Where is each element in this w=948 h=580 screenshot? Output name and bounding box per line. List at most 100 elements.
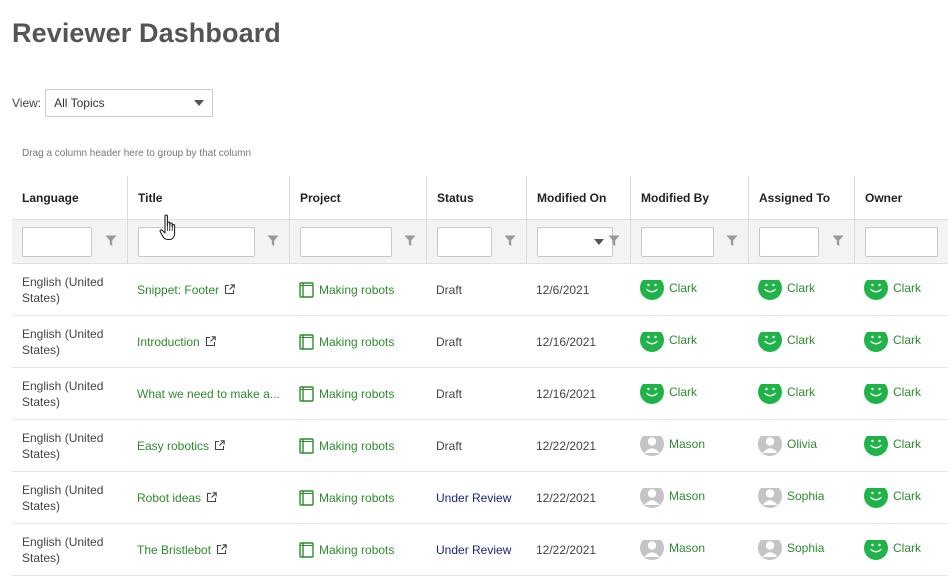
status-text: Draft (436, 282, 463, 297)
language-text: English (United States) (22, 378, 104, 409)
cell-status: Under Review (426, 543, 526, 557)
topic-title-link[interactable]: The Bristlebot (137, 543, 211, 557)
project-link[interactable]: Making robots (319, 387, 394, 401)
funnel-icon[interactable] (608, 235, 620, 247)
cell-title: Easy robotics (127, 439, 289, 453)
filter-input-assigned-to[interactable] (759, 226, 819, 257)
filter-input-status[interactable] (437, 226, 492, 257)
chevron-down-icon (194, 100, 205, 106)
avatar-user-icon (640, 435, 664, 456)
topic-title-link[interactable]: Snippet: Footer (137, 283, 219, 297)
table-row[interactable]: English (United States) Easy robotics Maki… (12, 420, 948, 472)
user-assigned-to[interactable]: Clark (758, 279, 816, 300)
avatar-user-icon (758, 487, 782, 508)
user-owner[interactable]: Clark (864, 383, 921, 404)
user-owner[interactable]: Clark (864, 539, 921, 560)
cell-title: Snippet: Footer (127, 283, 289, 297)
external-link-icon[interactable] (216, 544, 227, 555)
column-header-language[interactable]: Language (12, 176, 127, 219)
filter-input-language[interactable] (22, 226, 92, 257)
funnel-icon[interactable] (726, 235, 738, 247)
user-modified-by[interactable]: Mason (640, 539, 705, 560)
cell-modified-by: Mason (630, 487, 748, 508)
user-modified-by[interactable]: Mason (640, 487, 705, 508)
status-text: Draft (436, 438, 463, 453)
external-link-icon[interactable] (214, 440, 225, 451)
filter-input-owner[interactable] (865, 226, 938, 257)
avatar-user-icon (758, 435, 782, 456)
filter-cell-project (289, 220, 426, 263)
table-row[interactable]: English (United States) What we need to m… (12, 368, 948, 420)
user-modified-by[interactable]: Clark (640, 331, 697, 352)
language-text: English (United States) (22, 326, 104, 357)
cell-owner: Clark (854, 435, 948, 456)
table-row[interactable]: English (United States) Snippet: Footer Ma… (12, 264, 948, 316)
cell-title: Introduction (127, 335, 289, 349)
table-row[interactable]: English (United States) The Bristlebot Mak… (12, 524, 948, 576)
external-link-icon[interactable] (224, 284, 235, 295)
funnel-icon[interactable] (832, 235, 844, 247)
page-title: Reviewer Dashboard (12, 18, 281, 48)
table-row[interactable]: English (United States) Introduction Makin… (12, 316, 948, 368)
project-link[interactable]: Making robots (319, 335, 394, 349)
funnel-icon[interactable] (267, 235, 279, 247)
user-assigned-to[interactable]: Sophia (758, 539, 824, 560)
avatar-smiley-icon (758, 383, 782, 404)
column-header-modified-by[interactable]: Modified By (630, 176, 748, 219)
funnel-icon[interactable] (504, 235, 516, 247)
user-assigned-to[interactable]: Clark (758, 383, 816, 404)
project-link[interactable]: Making robots (319, 543, 394, 557)
hand-pointer-icon (159, 214, 176, 241)
external-link-icon[interactable] (206, 492, 217, 503)
user-modified-by[interactable]: Clark (640, 279, 698, 300)
user-owner[interactable]: Clark (864, 435, 921, 456)
filter-input-title[interactable] (138, 226, 255, 257)
column-header-title[interactable]: Title (127, 176, 289, 219)
cell-modified-by: Mason (630, 539, 748, 560)
project-link[interactable]: Making robots (319, 283, 394, 297)
book-icon (299, 281, 314, 298)
filter-input-modified-on[interactable] (537, 226, 613, 257)
column-header-assigned-to[interactable]: Assigned To (748, 176, 854, 219)
filter-input-project[interactable] (300, 226, 392, 257)
chevron-down-icon[interactable] (594, 238, 604, 245)
funnel-icon[interactable] (404, 235, 416, 247)
column-header-project[interactable]: Project (289, 176, 426, 219)
project-link[interactable]: Making robots (319, 491, 394, 505)
user-assigned-to[interactable]: Sophia (758, 487, 824, 508)
user-modified-by[interactable]: Mason (640, 435, 705, 456)
grid-header-row: Language Title Project Status Modified On Mod… (12, 176, 948, 220)
user-owner[interactable]: Clark (864, 487, 921, 508)
topic-title-link[interactable]: Easy robotics (137, 439, 209, 453)
view-dropdown[interactable]: All Topics (45, 89, 214, 117)
cell-status: Draft (426, 387, 526, 401)
topic-title-link[interactable]: What we need to make a... (137, 387, 280, 401)
table-row[interactable]: English (United States) Robot ideas Making… (12, 472, 948, 524)
view-dropdown-value: All Topics (54, 96, 105, 110)
user-name: Clark (787, 280, 816, 295)
filter-input-modified-by[interactable] (641, 226, 714, 257)
filter-cell-title (127, 220, 289, 263)
user-name: Clark (669, 280, 698, 295)
cell-owner: Clark (854, 539, 948, 560)
topic-title-link[interactable]: Introduction (137, 335, 200, 349)
topic-title-link[interactable]: Robot ideas (137, 491, 201, 505)
cell-project: Making robots (289, 333, 426, 350)
avatar-smiley-icon (864, 279, 888, 300)
project-link[interactable]: Making robots (319, 439, 394, 453)
user-modified-by[interactable]: Clark (640, 383, 697, 404)
funnel-icon[interactable] (105, 235, 117, 247)
user-assigned-to[interactable]: Olivia (758, 435, 817, 456)
user-owner[interactable]: Clark (864, 331, 921, 352)
modified-date: 12/16/2021 (536, 386, 597, 401)
external-link-icon[interactable] (205, 336, 216, 347)
modified-date: 12/22/2021 (536, 490, 597, 505)
user-name: Clark (787, 384, 816, 399)
user-assigned-to[interactable]: Clark (758, 331, 815, 352)
avatar-smiley-icon (758, 331, 782, 352)
language-text: English (United States) (22, 534, 104, 565)
column-header-owner[interactable]: Owner (854, 176, 948, 219)
user-owner[interactable]: Clark (864, 279, 921, 300)
column-header-modified-on[interactable]: Modified On (526, 176, 630, 219)
column-header-status[interactable]: Status (426, 176, 526, 219)
